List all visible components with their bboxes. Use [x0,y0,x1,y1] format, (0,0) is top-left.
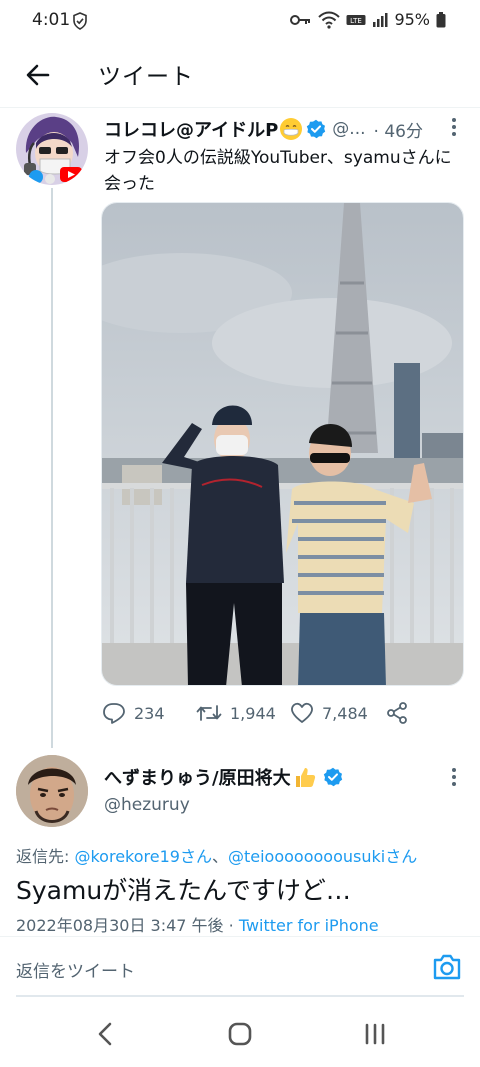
reply-prefix: 返信先: [16,847,75,866]
nav-recent-apps-icon[interactable] [364,1022,386,1046]
reply-bar: 返信をツイート [0,937,480,997]
battery-percent: 95% [394,10,430,29]
reply-icon [103,703,125,724]
heart-icon [291,702,313,723]
avatar-hezuruy[interactable] [16,755,88,827]
arrow-left-icon[interactable] [22,58,56,92]
status-bar: 4:01 LTE 95% [0,0,480,42]
share-button[interactable] [385,701,409,725]
mention-teio[interactable]: @teioooooooousukiさん [228,847,417,866]
tweet1-time[interactable]: · 46分 [374,117,423,142]
tweet2-header: へずまりゅう/原田将大 [104,764,343,790]
retweet-count: 1,944 [230,703,276,723]
camera-icon[interactable] [432,953,462,981]
tweet2-meta: 2022年08月30日 3:47 午後 · Twitter for iPhone [16,912,379,936]
reply-button[interactable]: 234 [102,702,165,724]
reply-underline [16,995,464,997]
tweet2-author-name[interactable]: へずまりゅう/原田将大 [104,764,291,790]
signal-icon [373,12,388,27]
mention-korekore[interactable]: @korekore19さん [74,847,211,866]
tweet1-text: オフ会0人の伝説級YouTuber、syamuさんに会った [104,148,452,194]
mention-separator: 、 [211,847,228,866]
like-button[interactable]: 7,484 [290,702,368,724]
status-icons: LTE 95% [290,10,446,29]
volte-icon: LTE [346,14,366,25]
share-icon [387,702,407,724]
tweet1-photo[interactable] [101,202,464,686]
shield-icon [73,12,87,30]
avatar-photo [16,755,88,827]
reply-count: 234 [134,703,165,723]
tweet1-author-name[interactable]: コレコレ@アイドルP [104,116,278,142]
nav-back-icon[interactable] [96,1022,116,1046]
thread-line [51,188,53,748]
system-nav-bar [0,1000,480,1067]
like-count: 7,484 [322,703,368,723]
tweet2-handle[interactable]: @hezuruy [104,795,190,815]
face-with-mask-emoji [280,118,303,140]
app-header: ツイート [0,42,480,108]
page-title: ツイート [98,64,194,90]
verified-badge-icon [323,767,342,787]
tweet2-text: Syamuが消えたんですけど… [16,876,351,905]
tweet2-datetime[interactable]: 2022年08月30日 3:47 午後 · [16,916,239,935]
tweet2-source[interactable]: Twitter for iPhone [239,916,379,935]
replying-to: 返信先: @korekore19さん、@teioooooooousukiさん [16,843,417,867]
more-options-icon[interactable] [449,766,459,788]
tweet1-header: コレコレ@アイドルP @... · 46分 [104,116,454,142]
tweet1-actions: 234 1,944 7,484 [102,700,422,726]
thumbs-up-emoji [295,768,315,787]
retweet-icon [196,705,222,721]
wifi-icon [318,11,341,29]
tweet1-handle[interactable]: @... [332,119,365,139]
reply-input[interactable]: 返信をツイート [16,957,135,982]
nav-home-icon[interactable] [228,1022,252,1046]
retweet-button[interactable]: 1,944 [196,702,276,724]
battery-icon [436,11,446,27]
verified-badge-icon [307,119,326,139]
svg-text:LTE: LTE [351,17,363,25]
status-time: 4:01 [32,10,71,30]
key-icon [290,14,311,25]
avatar-illustration [16,113,88,185]
more-options-icon[interactable] [449,116,459,138]
avatar-korekore[interactable] [16,113,88,185]
